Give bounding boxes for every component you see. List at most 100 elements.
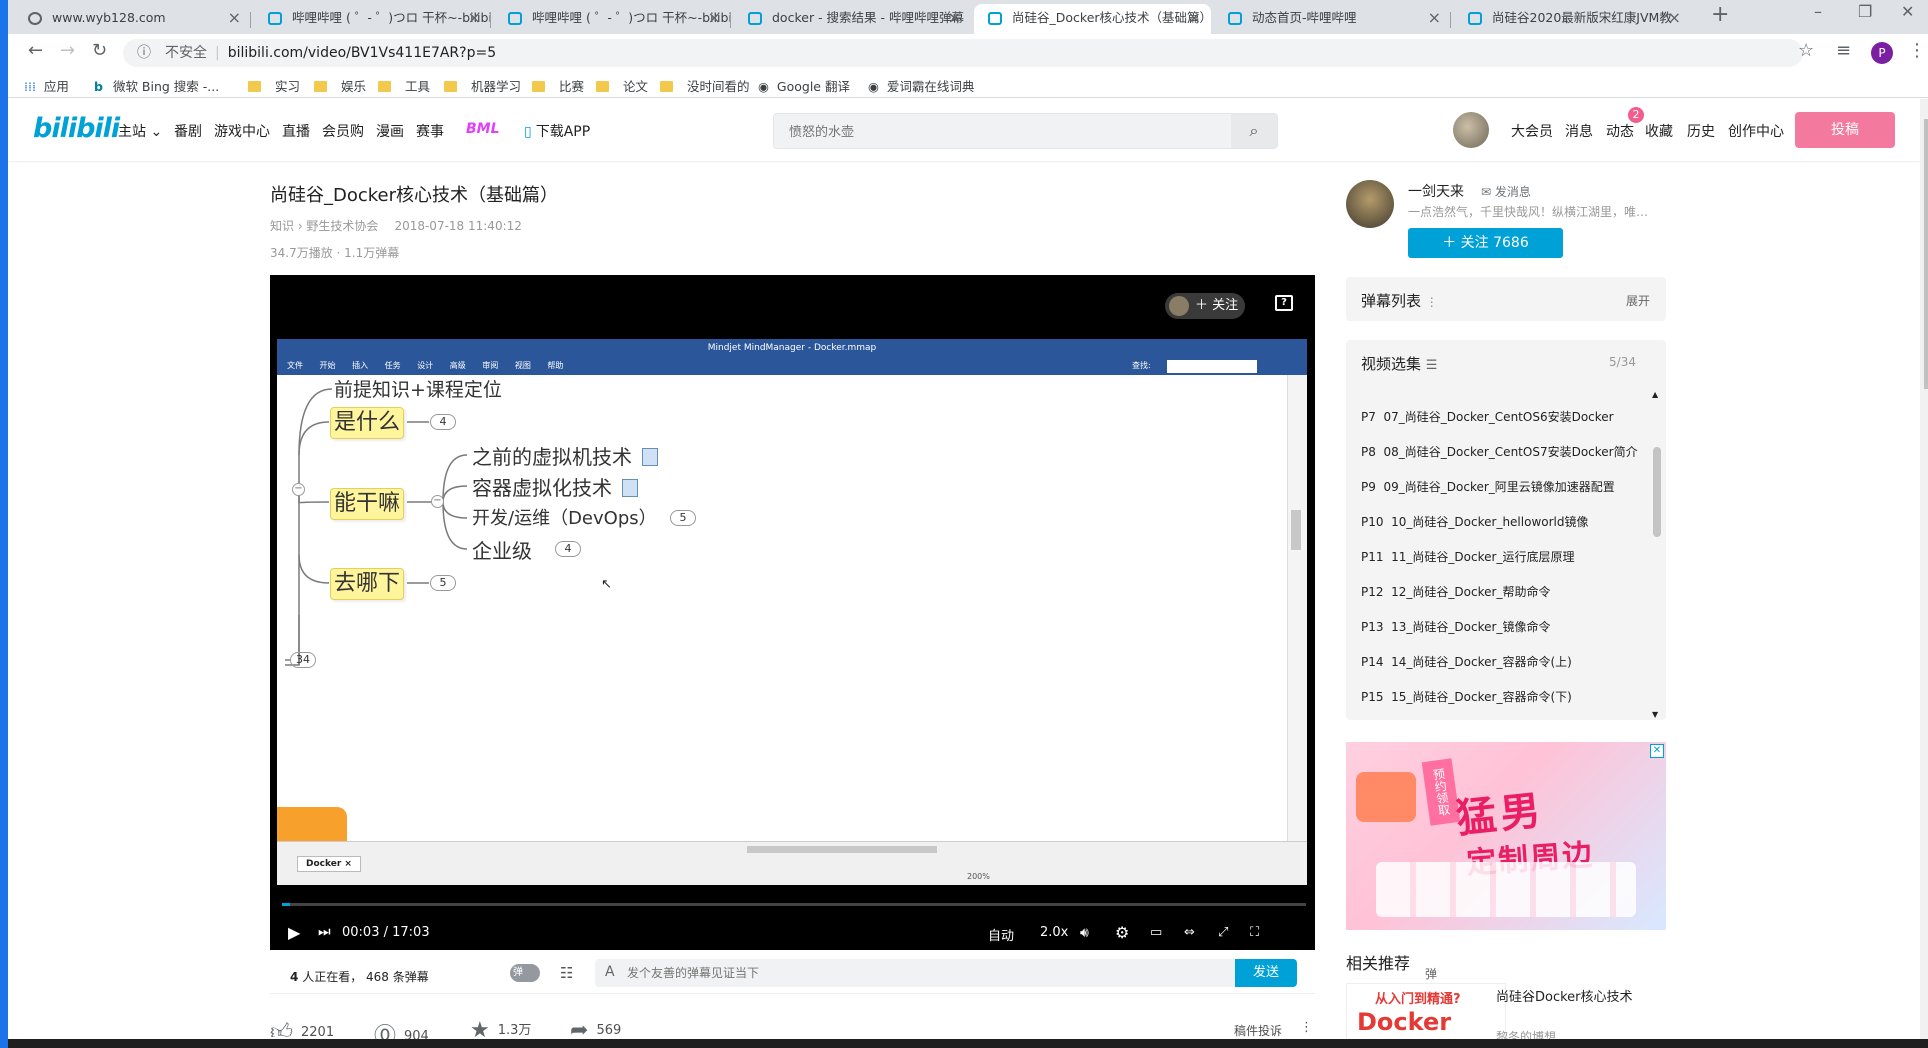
browser-tab[interactable]: www.wyb128.com × [14, 4, 251, 34]
close-icon[interactable]: × [1668, 4, 1681, 32]
next-icon[interactable]: ⏭ [318, 924, 331, 940]
playlist-item[interactable]: P11 11_尚硅谷_Docker_运行底层原理 [1361, 548, 1646, 565]
nav-bml[interactable]: BML [466, 121, 500, 137]
playlist-item[interactable]: P8 08_尚硅谷_Docker_CentOS7安装Docker简介 [1361, 443, 1646, 460]
settings-icon[interactable]: ⚙ [1115, 923, 1129, 942]
playlist-item[interactable]: P14 14_尚硅谷_Docker_容器命令(上) [1361, 653, 1646, 670]
bookmark-iciba[interactable]: ◉ 爱词霸在线词典 [868, 76, 974, 95]
danmaku-list-panel[interactable]: 弹幕列表 ⋮ 展开 [1346, 277, 1666, 321]
close-icon[interactable]: × [1188, 4, 1201, 32]
nav-game-center[interactable]: 游戏中心 [214, 121, 270, 141]
new-tab-button[interactable]: + [1711, 2, 1729, 27]
fullscreen-icon[interactable]: ⛶ [1250, 925, 1259, 940]
player-follow-button[interactable]: ＋ 关注 [1165, 293, 1245, 319]
uploader-name[interactable]: 一剑天来 [1408, 181, 1464, 201]
volume-icon[interactable]: 🔊︎ [1080, 925, 1089, 941]
forward-icon[interactable]: → [60, 40, 75, 61]
playlist-item[interactable]: P10 10_尚硅谷_Docker_helloworld镜像 [1361, 513, 1646, 530]
bookmark-folder[interactable]: 工具 [378, 76, 430, 95]
bookmark-apps[interactable]: ⁞⁞⁞ 应用 [24, 76, 69, 95]
close-icon[interactable]: × [1428, 4, 1441, 32]
browser-tab[interactable]: 哔哩哔哩 ( ゜- ゜)つロ 干杯~-bilibili × [254, 4, 491, 34]
bookmark-folder[interactable]: 论文 [596, 76, 648, 95]
bookmark-bing[interactable]: b 微软 Bing 搜索 -... [94, 76, 219, 95]
expand-link[interactable]: 展开 [1626, 292, 1650, 309]
more-icon[interactable]: ⋮ [1426, 295, 1438, 309]
bookmark-google-translate[interactable]: ◉ Google 翻译 [758, 76, 850, 95]
nav-creator-center[interactable]: 创作中心 [1728, 121, 1784, 141]
danmaku-settings-icon[interactable]: ☷ [560, 964, 573, 982]
browser-tab[interactable]: 动态首页-哔哩哔哩 × [1214, 4, 1451, 34]
feedback-icon[interactable]: ? [1275, 295, 1293, 311]
uploader-avatar[interactable] [1346, 180, 1394, 228]
restore-icon[interactable]: ❐ [1858, 2, 1872, 21]
speed-selector[interactable]: 2.0x [1040, 925, 1068, 940]
bilibili-logo[interactable]: bilibili [33, 113, 120, 144]
upload-button[interactable]: 投稿 [1795, 112, 1895, 148]
browser-tab[interactable]: docker - 搜索结果 - 哔哩哔哩弹幕 × [734, 4, 971, 34]
close-icon[interactable]: × [708, 4, 721, 32]
browser-tab[interactable]: 尚硅谷2020最新版宋红康JVM教 × [1454, 4, 1691, 34]
ad-banner[interactable]: 预约领取 猛男 定制周边 ✕ [1346, 742, 1666, 930]
menu-icon[interactable]: ⋮ [1908, 40, 1926, 61]
picture-in-picture-icon[interactable]: ▭ [1150, 925, 1162, 940]
report-link[interactable]: 稿件投诉 [1234, 1022, 1282, 1039]
playlist-item[interactable]: P13 13_尚硅谷_Docker_镜像命令 [1361, 618, 1646, 635]
close-icon[interactable]: × [228, 4, 241, 32]
playlist-item[interactable]: P7 07_尚硅谷_Docker_CentOS6安装Docker [1361, 408, 1646, 425]
playlist-item[interactable]: P15 15_尚硅谷_Docker_容器命令(下) [1361, 688, 1646, 705]
close-icon[interactable]: ✕ [1650, 744, 1664, 758]
scroll-up-icon[interactable]: ▲ [1652, 390, 1658, 399]
omnibox[interactable]: ⓘ 不安全 | bilibili.com/video/BV1Vs411E7AR?p=… [123, 39, 1803, 67]
nav-favorites[interactable]: 收藏 [1645, 121, 1673, 141]
browser-tab-active[interactable]: 尚硅谷_Docker核心技术（基础篇） × [974, 4, 1211, 34]
close-icon[interactable]: × [468, 4, 481, 32]
nav-history[interactable]: 历史 [1687, 121, 1715, 141]
reading-list-icon[interactable]: ≡ [1836, 40, 1851, 61]
bookmark-star-icon[interactable]: ☆ [1798, 40, 1814, 61]
profile-avatar[interactable]: P [1871, 42, 1893, 64]
nav-manga[interactable]: 漫画 [376, 121, 404, 141]
playlist-item[interactable]: P12 12_尚硅谷_Docker_帮助命令 [1361, 583, 1646, 600]
bookmark-folder[interactable]: 娱乐 [314, 76, 366, 95]
widescreen-icon[interactable]: ⇔ [1184, 925, 1195, 940]
text-style-icon[interactable]: A [605, 964, 615, 980]
nav-messages[interactable]: 消息 [1565, 121, 1593, 141]
send-message-link[interactable]: ✉ 发消息 [1481, 183, 1531, 200]
search-input[interactable] [774, 114, 1224, 148]
close-window-icon[interactable]: ✕ [1901, 2, 1914, 21]
nav-bangumi[interactable]: 番剧 [174, 121, 202, 141]
danmaku-toggle[interactable]: 弹 [510, 964, 540, 982]
minimize-icon[interactable]: – [1814, 2, 1822, 21]
back-icon[interactable]: ← [28, 40, 43, 61]
nav-mall[interactable]: 会员购 [322, 121, 364, 141]
video-player[interactable]: ＋ 关注 ? Mindjet MindManager - Docker.mmap… [270, 275, 1315, 950]
nav-live[interactable]: 直播 [282, 121, 310, 141]
web-fullscreen-icon[interactable]: ⤢ [1218, 925, 1228, 940]
browser-tab[interactable]: 哔哩哔哩 ( ゜- ゜)つロ 干杯~-bilibili × [494, 4, 731, 34]
send-button[interactable]: 发送 [1235, 959, 1297, 987]
follow-button[interactable]: ＋ 关注 7686 [1408, 228, 1563, 258]
bookmark-folder[interactable]: 没时间看的 [660, 76, 750, 95]
progress-bar[interactable] [282, 903, 1306, 906]
info-icon[interactable]: ⓘ [137, 39, 151, 67]
bookmark-folder[interactable]: 机器学习 [444, 76, 521, 95]
reload-icon[interactable]: ↻ [92, 40, 107, 61]
bookmark-folder[interactable]: 实习 [248, 76, 300, 95]
close-icon[interactable]: × [948, 4, 961, 32]
nav-esports[interactable]: 赛事 [416, 121, 444, 141]
related-video-title[interactable]: 尚硅谷Docker核心技术 [1496, 986, 1633, 1005]
video-category[interactable]: 知识 › 野生技术协会 [270, 219, 378, 233]
danmaku-input[interactable] [595, 959, 1045, 987]
nav-dynamic[interactable]: 动态 [1606, 121, 1634, 141]
play-icon[interactable]: ▶ [288, 923, 300, 942]
user-avatar[interactable] [1453, 112, 1489, 148]
quality-selector[interactable]: 自动 [988, 925, 1014, 944]
nav-download-app[interactable]: ▯ 下载APP [524, 121, 590, 141]
nav-vip[interactable]: 大会员 [1511, 121, 1553, 141]
playlist-item[interactable]: P9 09_尚硅谷_Docker_阿里云镜像加速器配置 [1361, 478, 1646, 495]
search-icon[interactable]: ⌕ [1231, 114, 1277, 148]
scroll-down-icon[interactable]: ▼ [1652, 710, 1658, 719]
bookmark-folder[interactable]: 比赛 [532, 76, 584, 95]
playlist-scrollbar[interactable]: ▲ ▼ [1651, 390, 1663, 719]
